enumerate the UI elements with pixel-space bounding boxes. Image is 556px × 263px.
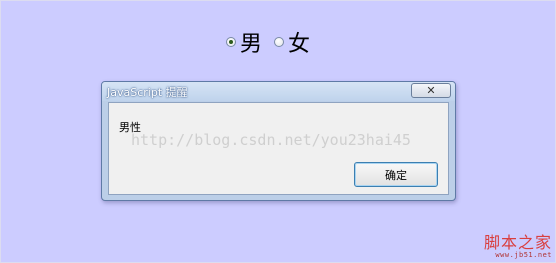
dialog-body: 男性 确定 [108,102,449,195]
site-watermark: 脚本之家 www.jb51.net [484,234,552,259]
close-icon: ✕ [426,84,436,97]
alert-dialog: JavaScript 提醒 ✕ 男性 确定 [101,81,456,201]
dialog-close-button[interactable]: ✕ [411,83,451,98]
radio-button-female[interactable] [274,37,285,47]
radio-button-male[interactable] [226,37,236,47]
ok-button[interactable]: 确定 [354,162,438,187]
radio-option-male[interactable]: 男 [226,26,262,58]
radio-label-female[interactable]: 女 [288,26,310,58]
gender-radio-group: 男 女 [226,26,310,58]
site-watermark-url: www.jb51.net [495,251,552,259]
dialog-title: JavaScript 提醒 [107,86,188,99]
dialog-message: 男性 [119,121,141,134]
site-watermark-name: 脚本之家 [483,233,552,252]
radio-option-female[interactable]: 女 [274,26,310,58]
dialog-titlebar[interactable]: JavaScript 提醒 ✕ [102,82,455,101]
radio-label-male[interactable]: 男 [240,26,262,58]
